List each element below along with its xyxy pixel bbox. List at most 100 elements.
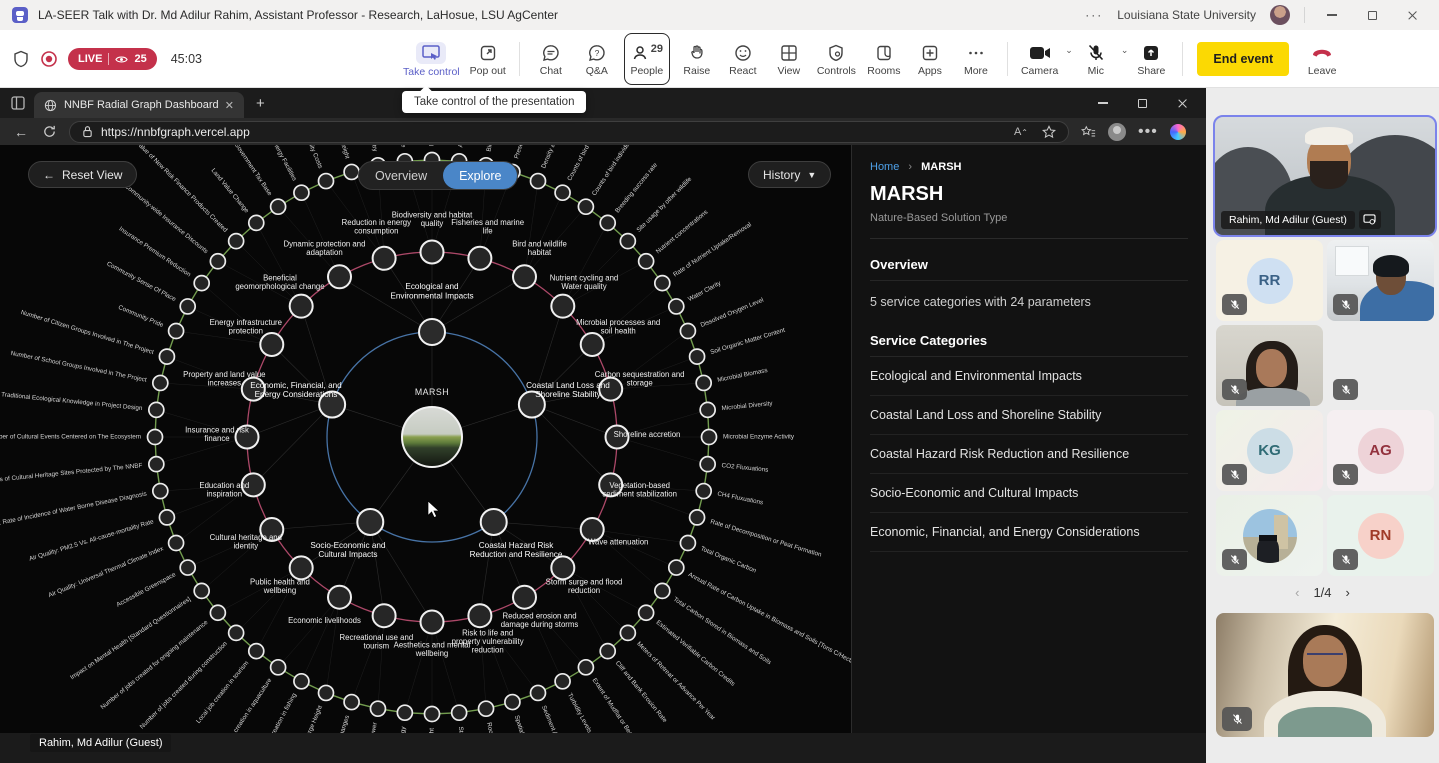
outer-metric-node[interactable] (194, 583, 209, 598)
outer-metric-node[interactable] (479, 701, 494, 716)
url-field[interactable]: https://nnbfgraph.vercel.app A⌃ (69, 121, 1069, 143)
outer-metric-node[interactable] (655, 583, 670, 598)
share-button[interactable]: Share (1128, 33, 1174, 85)
parameter-node[interactable] (328, 265, 351, 288)
outer-metric-node[interactable] (294, 674, 309, 689)
outer-metric-node[interactable] (452, 705, 467, 720)
category-node[interactable] (419, 319, 445, 345)
controls-button[interactable]: Controls (812, 33, 861, 85)
outer-metric-node[interactable] (680, 323, 695, 338)
outer-metric-node[interactable] (600, 644, 615, 659)
main-speaker-tile[interactable]: Rahim, Md Adilur (Guest) (1213, 115, 1437, 237)
browser-profile-avatar[interactable] (1108, 123, 1126, 141)
outer-metric-node[interactable] (690, 510, 705, 525)
outer-metric-node[interactable] (620, 625, 635, 640)
outer-metric-node[interactable] (271, 199, 286, 214)
collections-icon[interactable] (1081, 125, 1096, 139)
tab-close-icon[interactable]: ✕ (225, 99, 234, 112)
outer-metric-node[interactable] (318, 174, 333, 189)
parameter-node[interactable] (328, 586, 351, 609)
parameter-node[interactable] (468, 604, 491, 627)
outer-metric-node[interactable] (578, 660, 593, 675)
explore-tab[interactable]: Explore (443, 162, 517, 189)
take-control-button[interactable]: Take control (398, 33, 465, 85)
rooms-button[interactable]: Rooms (861, 33, 907, 85)
participant-tile[interactable] (1216, 495, 1323, 576)
parameter-node[interactable] (468, 247, 491, 270)
parameter-node[interactable] (513, 586, 536, 609)
outer-metric-node[interactable] (578, 199, 593, 214)
outer-metric-node[interactable] (655, 276, 670, 291)
participant-tile[interactable] (1327, 240, 1434, 321)
outer-metric-node[interactable] (555, 185, 570, 200)
pager-next-icon[interactable]: › (1346, 585, 1350, 600)
browser-minimize-icon[interactable] (1098, 102, 1108, 104)
mic-button[interactable]: Mic (1073, 33, 1119, 85)
camera-button[interactable]: Camera (1016, 33, 1063, 85)
outer-metric-node[interactable] (700, 457, 715, 472)
read-aloud-icon[interactable]: A⌃ (1014, 126, 1028, 138)
outer-metric-node[interactable] (149, 402, 164, 417)
camera-chevron-icon[interactable]: ⌄ (1065, 45, 1073, 56)
more-button[interactable]: More (953, 33, 999, 85)
outer-metric-node[interactable] (249, 215, 264, 230)
pager-prev-icon[interactable]: ‹ (1295, 585, 1299, 600)
participant-tile[interactable] (1216, 325, 1323, 406)
participant-tile[interactable]: RN (1327, 495, 1434, 576)
outer-metric-node[interactable] (159, 349, 174, 364)
outer-metric-node[interactable] (229, 234, 244, 249)
react-button[interactable]: React (720, 33, 766, 85)
service-category-item[interactable]: Economic, Financial, and Energy Consider… (870, 513, 1188, 552)
restore-button[interactable] (1359, 0, 1385, 30)
parameter-node[interactable] (290, 556, 313, 579)
browser-close-icon[interactable] (1177, 98, 1188, 109)
parameter-node[interactable] (421, 611, 444, 634)
parameter-node[interactable] (421, 241, 444, 264)
outer-metric-node[interactable] (370, 701, 385, 716)
outer-metric-node[interactable] (318, 685, 333, 700)
service-category-item[interactable]: Ecological and Environmental Impacts (870, 357, 1188, 396)
back-icon[interactable]: ← (14, 124, 28, 140)
leave-button[interactable]: Leave (1299, 33, 1345, 85)
bottom-participant-tile[interactable] (1216, 613, 1434, 737)
apps-button[interactable]: Apps (907, 33, 953, 85)
outer-metric-node[interactable] (702, 430, 717, 445)
close-button[interactable] (1399, 0, 1425, 30)
outer-metric-node[interactable] (180, 560, 195, 575)
outer-metric-node[interactable] (555, 674, 570, 689)
overview-tab[interactable]: Overview (359, 169, 443, 183)
copilot-icon[interactable] (1170, 124, 1186, 140)
participant-tile[interactable]: KG (1216, 410, 1323, 491)
service-category-item[interactable]: Coastal Land Loss and Shoreline Stabilit… (870, 396, 1188, 435)
outer-metric-node[interactable] (271, 660, 286, 675)
reset-view-button[interactable]: ← Reset View (28, 161, 137, 188)
outer-metric-node[interactable] (153, 375, 168, 390)
pop-out-button[interactable]: Pop out (465, 33, 511, 85)
outer-metric-node[interactable] (194, 276, 209, 291)
user-avatar[interactable] (1270, 5, 1290, 25)
service-category-item[interactable]: Coastal Hazard Risk Reduction and Resili… (870, 435, 1188, 474)
outer-metric-node[interactable] (169, 536, 184, 551)
outer-metric-node[interactable] (210, 254, 225, 269)
browser-tab[interactable]: NNBF Radial Graph Dashboard ✕ (34, 92, 244, 118)
outer-metric-node[interactable] (153, 484, 168, 499)
outer-metric-node[interactable] (639, 605, 654, 620)
end-event-button[interactable]: End event (1197, 42, 1289, 76)
outer-metric-node[interactable] (700, 402, 715, 417)
outer-metric-node[interactable] (620, 234, 635, 249)
favorite-star-icon[interactable] (1042, 125, 1056, 139)
outer-metric-node[interactable] (690, 349, 705, 364)
parameter-node[interactable] (513, 265, 536, 288)
browser-restore-icon[interactable] (1138, 99, 1147, 108)
refresh-icon[interactable] (42, 124, 57, 139)
outer-metric-node[interactable] (669, 560, 684, 575)
history-button[interactable]: History ▼ (748, 161, 831, 188)
parameter-node[interactable] (373, 247, 396, 270)
tab-tray-icon[interactable] (10, 95, 26, 111)
outer-metric-node[interactable] (294, 185, 309, 200)
service-category-item[interactable]: Socio-Economic and Cultural Impacts (870, 474, 1188, 513)
outer-metric-node[interactable] (505, 695, 520, 710)
outer-metric-node[interactable] (344, 164, 359, 179)
participant-tile[interactable]: AG (1327, 410, 1434, 491)
outer-metric-node[interactable] (149, 457, 164, 472)
